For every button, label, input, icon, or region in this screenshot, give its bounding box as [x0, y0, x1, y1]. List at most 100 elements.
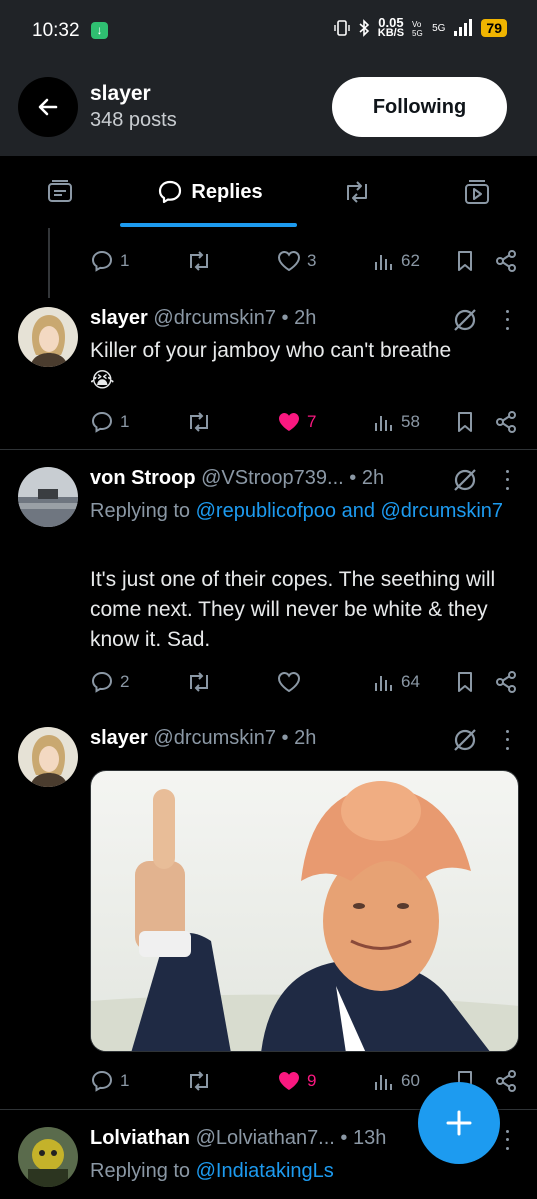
replying-to-link[interactable]: @IndiatakingLs [196, 1160, 334, 1182]
avatar-image [18, 467, 78, 527]
share-button[interactable] [495, 1066, 517, 1096]
author-handle[interactable]: @drcumskin7 [153, 307, 276, 329]
like-button[interactable]: 9 [277, 1066, 316, 1096]
reply-icon [91, 671, 113, 693]
views-icon [375, 1075, 392, 1090]
bookmark-button[interactable] [455, 246, 475, 276]
reply-bubble-icon [159, 180, 182, 204]
like-count: 9 [307, 1071, 317, 1090]
post-actions: 2 64 [0, 667, 537, 697]
share-button[interactable] [495, 667, 517, 697]
views-button[interactable]: 62 [373, 246, 420, 276]
arrow-left-icon [38, 98, 58, 116]
share-icon [496, 1070, 516, 1092]
author-name[interactable]: slayer [90, 727, 148, 749]
like-button[interactable]: 3 [277, 246, 316, 276]
reply-button[interactable]: 2 [90, 667, 129, 697]
bookmark-button[interactable] [455, 667, 475, 697]
post-actions: 1 7 58 [0, 407, 537, 437]
more-options-button[interactable] [500, 727, 514, 753]
share-icon [496, 411, 516, 433]
reply-icon [91, 250, 113, 272]
post-actions: 1 3 62 [0, 246, 537, 276]
signal-icon [454, 19, 473, 36]
grok-button[interactable] [452, 727, 478, 753]
profile-header: slayer 348 posts Following [0, 62, 537, 156]
more-options-button[interactable] [500, 307, 514, 333]
post-meta: von Stroop @VStroop739... • 2h [90, 467, 384, 490]
views-icon [375, 416, 392, 431]
bookmark-icon [458, 412, 472, 432]
profile-tabs: Replies [0, 156, 537, 228]
following-button[interactable]: Following [332, 77, 507, 137]
reply-button[interactable]: 1 [90, 407, 129, 437]
reply-icon [91, 1070, 113, 1092]
svg-text:Vo: Vo [412, 20, 422, 29]
repost-button[interactable] [187, 407, 211, 437]
author-name[interactable]: von Stroop [90, 467, 196, 489]
post-time: • 13h [340, 1127, 387, 1149]
like-count: 3 [307, 251, 317, 270]
view-count: 58 [401, 412, 420, 431]
author-name[interactable]: Lolviathan [90, 1127, 190, 1149]
avatar-image [18, 727, 78, 787]
repost-button[interactable] [187, 246, 211, 276]
like-button[interactable]: 7 [277, 407, 316, 437]
article-icon [48, 180, 72, 202]
author-name[interactable]: slayer [90, 307, 148, 329]
plus-icon [446, 1110, 472, 1136]
bluetooth-icon [359, 19, 369, 37]
status-time: 10:32 [32, 20, 80, 41]
media-icon [465, 180, 489, 204]
views-icon [375, 676, 392, 691]
repost-button[interactable] [187, 1066, 211, 1096]
reply-button[interactable]: 1 [90, 246, 129, 276]
post-image[interactable] [90, 770, 519, 1052]
views-button[interactable]: 58 [373, 407, 420, 437]
author-handle[interactable]: @VStroop739... [201, 467, 344, 489]
avatar[interactable] [18, 727, 78, 787]
heart-icon [277, 250, 301, 272]
back-button[interactable] [18, 77, 78, 137]
like-button[interactable] [277, 667, 301, 697]
svg-text:5G: 5G [412, 29, 423, 38]
more-options-button[interactable] [500, 1127, 514, 1153]
repost-button[interactable] [187, 667, 211, 697]
reply-button[interactable]: 1 [90, 1066, 129, 1096]
divider [0, 449, 537, 450]
author-handle[interactable]: @drcumskin7 [153, 727, 276, 749]
share-button[interactable] [495, 246, 517, 276]
avatar[interactable] [18, 1127, 78, 1187]
volte-icon: Vo5G [412, 20, 423, 38]
avatar[interactable] [18, 307, 78, 367]
tab-media[interactable] [447, 156, 507, 228]
grok-icon [454, 469, 476, 491]
grok-button[interactable] [452, 307, 478, 333]
share-button[interactable] [495, 407, 517, 437]
bookmark-button[interactable] [455, 407, 475, 437]
views-icon [375, 255, 392, 270]
avatar-image [18, 1127, 78, 1187]
repost-icon [190, 672, 208, 692]
grok-icon [454, 309, 476, 331]
heart-filled-icon [279, 413, 299, 431]
replying-to-link[interactable]: @republicofpoo and @drcumskin7 [196, 500, 503, 522]
more-options-button[interactable] [500, 467, 514, 493]
post-time: • 2h [281, 307, 317, 329]
tab-reposts[interactable] [327, 156, 387, 228]
post-meta: Lolviathan @Lolviathan7... • 13h [90, 1127, 386, 1150]
vibrate-icon [334, 20, 350, 36]
active-tab-indicator [120, 223, 297, 227]
avatar[interactable] [18, 467, 78, 527]
views-button[interactable]: 60 [373, 1066, 420, 1096]
tab-posts[interactable] [30, 156, 90, 228]
battery-level: 79 [481, 19, 507, 37]
compose-button[interactable] [418, 1082, 500, 1164]
author-handle[interactable]: @Lolviathan7... [196, 1127, 335, 1149]
profile-name: slayer [90, 82, 151, 105]
grok-button[interactable] [452, 467, 478, 493]
reply-count: 2 [120, 672, 130, 691]
views-button[interactable]: 64 [373, 667, 420, 697]
tab-replies[interactable]: Replies [130, 156, 290, 228]
reply-icon [91, 411, 113, 433]
